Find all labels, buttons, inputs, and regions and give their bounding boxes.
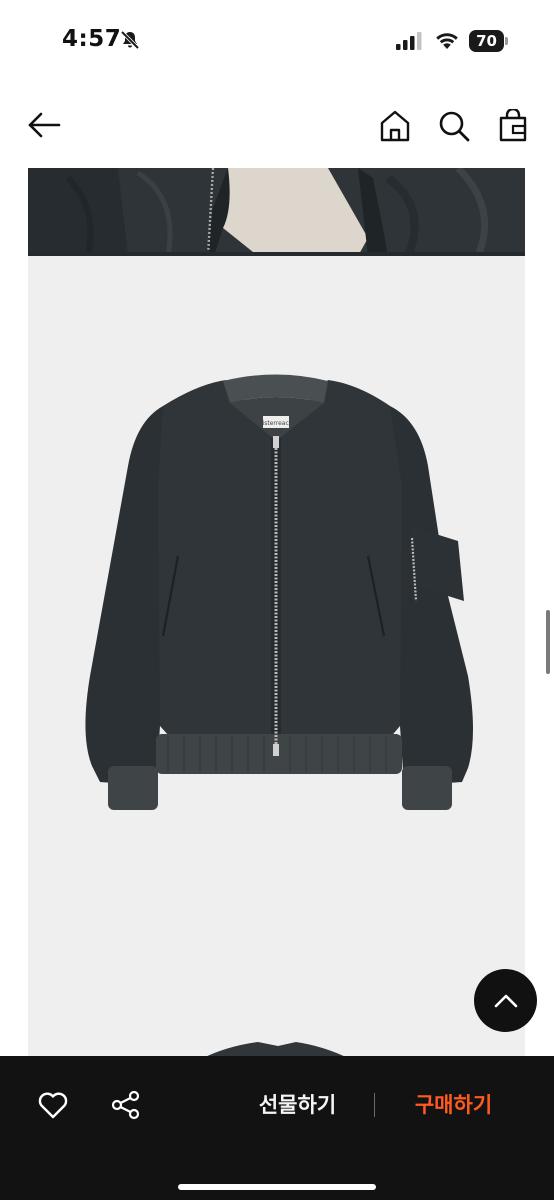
product-photo-model-closeup [28, 168, 525, 256]
share-icon[interactable] [110, 1089, 142, 1121]
brand-label-text: sisterreach [259, 420, 292, 427]
scroll-to-top-button[interactable] [474, 969, 537, 1032]
battery-cap [505, 37, 508, 45]
search-icon[interactable] [437, 109, 471, 143]
buy-button[interactable]: 구매하기 [396, 1090, 511, 1120]
home-icon[interactable] [378, 109, 412, 143]
status-bar: 4:57 70 [0, 0, 554, 84]
signal-icon [396, 32, 422, 50]
back-arrow-icon[interactable] [27, 108, 61, 142]
home-indicator [178, 1184, 376, 1190]
status-time: 4:57 [62, 26, 122, 52]
app-header [0, 84, 554, 168]
scroll-indicator[interactable] [546, 610, 550, 674]
product-image-gallery[interactable]: sisterreach [28, 168, 525, 1058]
bell-slash-icon [120, 30, 140, 50]
product-photo-jacket-flatlay: sisterreach [28, 256, 525, 1058]
wifi-icon [436, 33, 458, 49]
battery-icon: 70 [469, 30, 509, 52]
battery-level: 70 [469, 30, 504, 52]
shopping-bag-icon[interactable] [496, 109, 530, 143]
chevron-up-icon [494, 994, 517, 1007]
divider [374, 1093, 375, 1117]
gift-button[interactable]: 선물하기 [240, 1090, 355, 1120]
heart-icon[interactable] [37, 1089, 69, 1121]
bottom-action-bar: 선물하기 구매하기 [0, 1056, 554, 1200]
